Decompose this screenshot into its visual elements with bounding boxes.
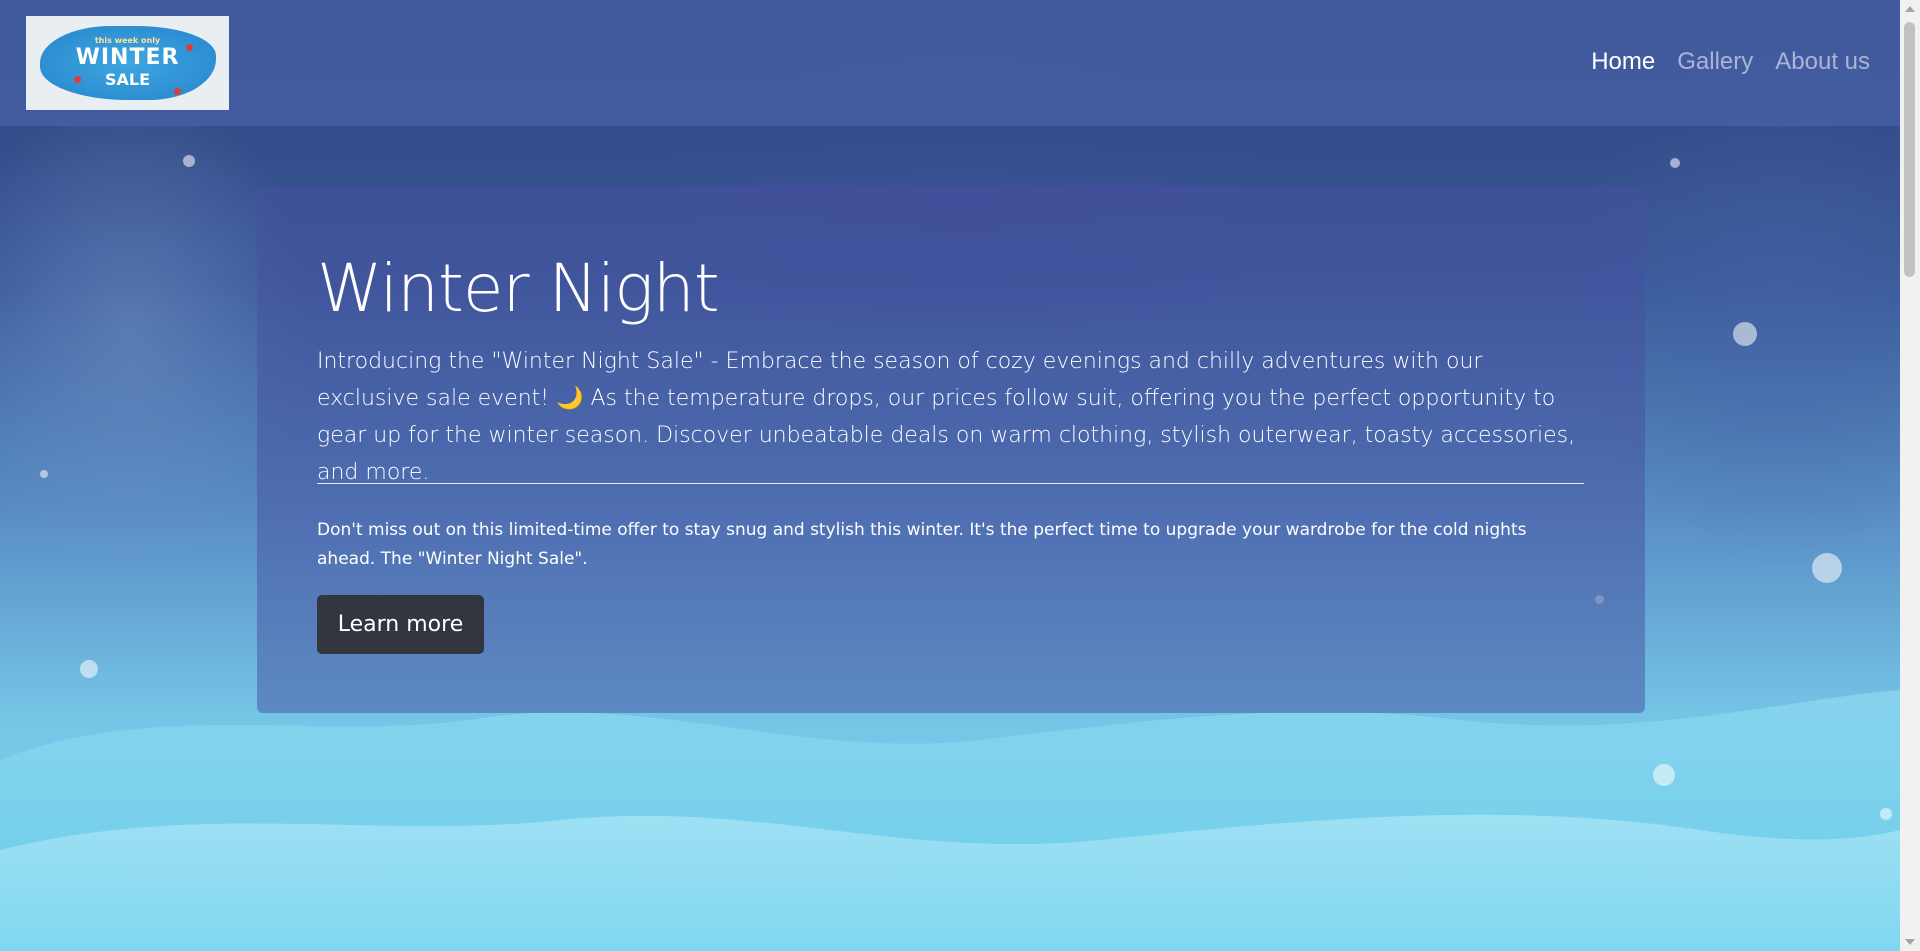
snowflake: [40, 470, 48, 478]
snowflake: [183, 155, 195, 167]
snowflake: [1670, 158, 1680, 168]
logo-ornament: [174, 88, 181, 95]
hero-card: Winter Night Introducing the "Winter Nig…: [257, 186, 1645, 713]
nav-about-us[interactable]: About us: [1775, 48, 1870, 76]
nav-home[interactable]: Home: [1591, 48, 1655, 76]
nav-gallery[interactable]: Gallery: [1677, 48, 1753, 76]
main-nav: Home Gallery About us: [1591, 48, 1870, 76]
logo-tagline: this week only: [94, 36, 161, 45]
brand-logo[interactable]: this week only WINTER SALE: [26, 16, 229, 110]
snowflake: [80, 660, 98, 678]
scrollbar-thumb[interactable]: [1904, 22, 1915, 277]
snowflake: [1733, 322, 1757, 346]
scroll-up-icon[interactable]: [1905, 6, 1915, 12]
snowflake: [1812, 553, 1842, 583]
hero-body-text: Don't miss out on this limited-time offe…: [317, 520, 1527, 569]
hero-lead-text: Introducing the "Winter Night Sale" - Em…: [317, 349, 1576, 485]
snowflake: [1880, 808, 1892, 820]
logo-title: WINTER: [75, 45, 180, 70]
snowflake: [1653, 764, 1675, 786]
hero-title: Winter Night: [317, 250, 720, 327]
hero-divider: [317, 483, 1584, 484]
page-scrollbar[interactable]: [1900, 0, 1920, 951]
learn-more-button[interactable]: Learn more: [317, 595, 484, 654]
logo-subtitle: SALE: [104, 70, 151, 89]
scroll-down-icon[interactable]: [1905, 939, 1915, 945]
navbar: this week only WINTER SALE Home Gallery …: [0, 0, 1900, 126]
